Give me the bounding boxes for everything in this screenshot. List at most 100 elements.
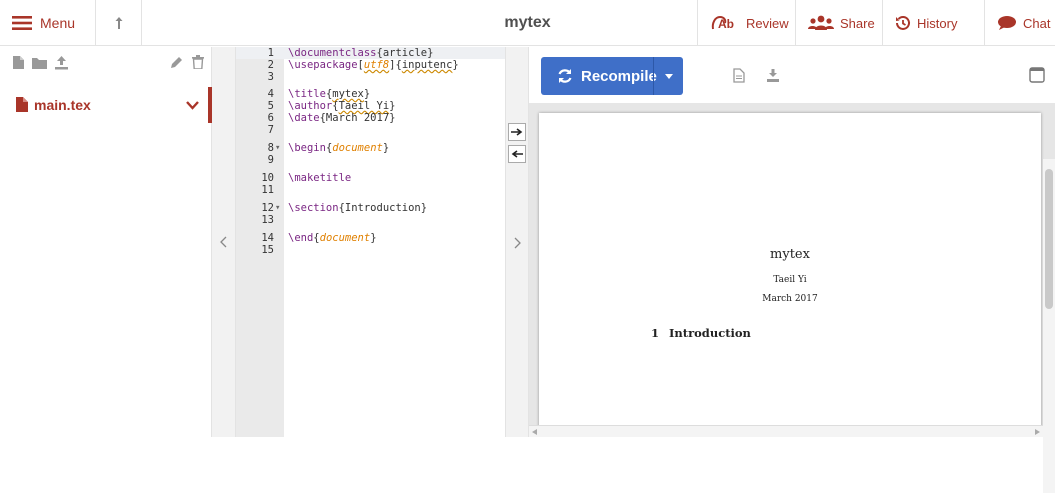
code-text: \date{March 2017} [288,112,396,124]
code-line: 5 \author{Taeil Yi} [236,100,505,112]
code-line: 9 [236,154,505,166]
code-line: 15 [236,244,505,256]
back-to-projects-button[interactable] [96,0,142,46]
scroll-left-icon[interactable] [532,429,537,435]
line-number: 6 [267,112,274,124]
fold-toggle-icon[interactable]: ▾ [275,142,283,154]
code-text: \title{mytex} [288,88,371,100]
scroll-right-icon[interactable] [1035,429,1040,435]
recompile-button[interactable]: Recompile [541,57,683,95]
code-line: 1 \documentclass{article} [236,47,505,59]
pdf-section-heading: 1 Introduction [651,326,751,340]
history-button[interactable]: History [882,0,984,46]
menu-label: Menu [40,15,76,31]
line-number: 13 [261,214,274,226]
pdf-doc-title: mytex [770,247,810,262]
chat-icon [998,16,1016,30]
chevron-right-icon[interactable] [514,237,521,249]
view-logs-icon[interactable] [733,68,745,83]
split-layout-icon[interactable] [1029,67,1045,83]
upload-icon[interactable] [54,55,69,70]
rename-pencil-icon[interactable] [170,56,183,69]
code-line: 14 \end{document} [236,232,505,244]
line-number: 15 [261,244,274,256]
code-line: 10 \maketitle [236,172,505,184]
collapse-file-tree-toggle[interactable] [212,47,236,437]
download-icon[interactable] [766,68,780,83]
line-number: 9 [267,154,274,166]
chat-label: Chat [1023,15,1051,31]
file-label: main.tex [34,97,91,113]
chevron-down-icon[interactable] [186,101,199,110]
new-folder-icon[interactable] [32,56,47,69]
code-line: 12 ▾ \section{Introduction} [236,202,505,214]
file-item-main-tex[interactable]: main.tex [0,87,212,123]
chevron-left-icon [220,236,227,248]
new-file-icon[interactable] [12,55,25,70]
line-number: 10 [261,172,274,184]
menu-button[interactable]: Menu [0,0,96,46]
code-text: \maketitle [288,172,352,184]
arrow-left-icon [511,150,523,158]
fold-toggle-icon[interactable]: ▾ [275,202,283,214]
source-editor[interactable]: 1 \documentclass{article} 2 \usepackage[… [236,47,505,437]
arrow-right-icon [511,128,523,136]
level-up-icon [115,17,122,29]
pdf-horizontal-scrollbar[interactable] [529,425,1043,437]
pdf-vertical-scrollbar[interactable] [1043,159,1055,493]
line-number: 12 [261,202,274,214]
hamburger-icon [12,16,32,30]
code-line: 13 [236,214,505,226]
pdf-page: mytex Taeil Yi March 2017 1 Introduction [539,113,1041,433]
line-number: 8 [267,142,274,154]
file-tree-panel: main.tex [0,47,212,437]
history-icon [896,16,910,30]
users-icon [808,15,834,30]
editor-pdf-splitter[interactable] [505,47,529,437]
file-tree-toolbar [0,47,212,79]
line-number: 5 [267,100,274,112]
svg-text:Ab: Ab [718,17,734,31]
code-line: 4 \title{mytex} [236,88,505,100]
code-text: \documentclass{article} [288,47,434,59]
line-number: 11 [261,184,274,196]
code-text: \usepackage[utf8]{inputenc} [288,59,459,71]
code-text: \begin{document} [288,142,390,154]
line-number: 1 [267,47,274,59]
code-line: 7 [236,124,505,136]
line-number: 7 [267,124,274,136]
code-text: \author{Taeil Yi} [288,100,396,112]
file-icon [16,97,28,112]
review-icon: Ab [711,15,734,31]
caret-down-icon [664,73,673,79]
sync-to-code-button[interactable] [508,145,526,163]
pdf-preview-panel: Recompile mytex Taeil Yi March 2017 1 Int… [529,47,1055,493]
sync-to-pdf-button[interactable] [508,123,526,141]
pdf-section-number: 1 [651,326,660,340]
refresh-icon [558,69,572,83]
code-text: \end{document} [288,232,377,244]
pdf-doc-author: Taeil Yi [773,275,807,285]
review-label: Review [746,15,789,31]
code-line: 6 \date{March 2017} [236,112,505,124]
code-line: 3 [236,71,505,83]
code-text: \section{Introduction} [288,202,428,214]
share-label: Share [840,15,875,31]
delete-trash-icon[interactable] [192,55,204,69]
pdf-viewer[interactable]: mytex Taeil Yi March 2017 1 Introduction [529,103,1055,493]
recompile-options-dropdown[interactable] [653,57,683,95]
code-line: 2 \usepackage[utf8]{inputenc} [236,59,505,71]
review-button[interactable]: Ab Review [697,0,795,46]
history-label: History [917,15,958,31]
line-number: 4 [267,88,274,100]
share-button[interactable]: Share [795,0,882,46]
code-line: 8 ▾ \begin{document} [236,142,505,154]
pdf-section-title: Introduction [669,326,751,340]
pdf-doc-date: March 2017 [762,294,818,304]
line-number: 14 [261,232,274,244]
line-number: 3 [267,71,274,83]
recompile-label: Recompile [581,67,657,85]
top-toolbar: Menu mytex Ab Review Share History Chat [0,0,1055,46]
chat-button[interactable]: Chat [984,0,1055,46]
code-line: 11 [236,184,505,196]
